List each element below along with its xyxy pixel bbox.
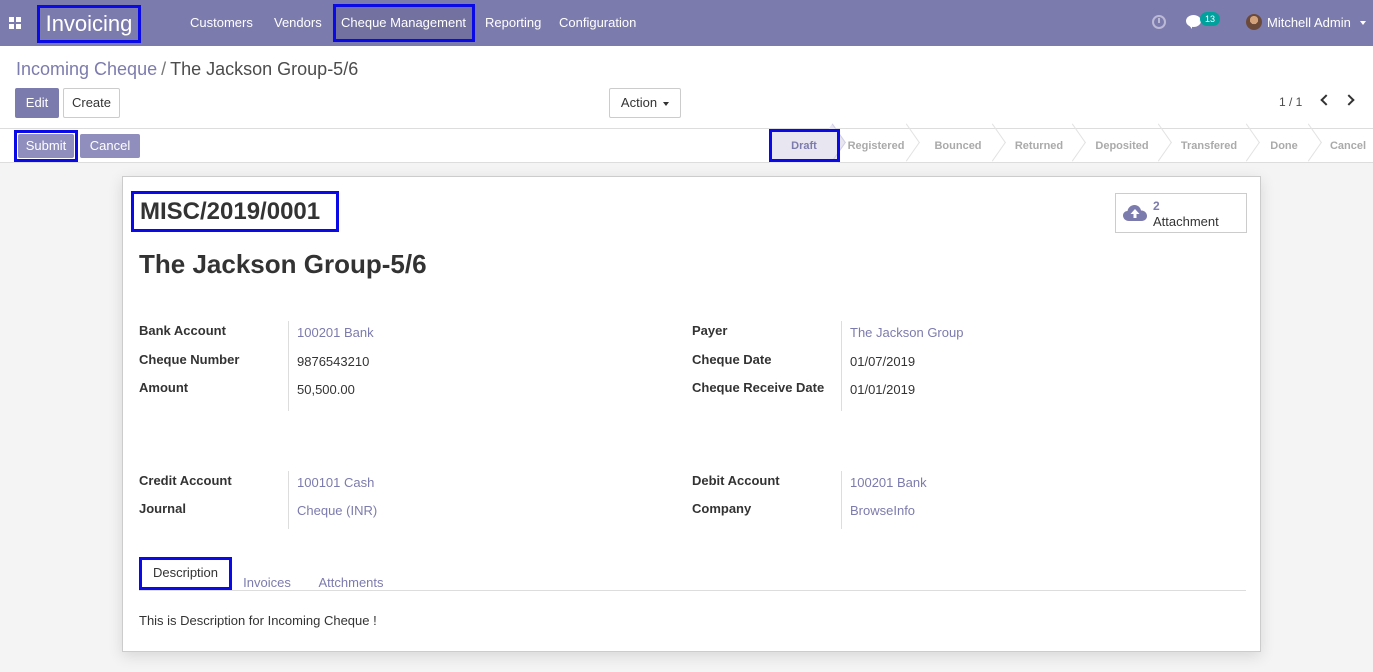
field-divider <box>288 321 289 411</box>
journal-value[interactable]: Cheque (INR) <box>297 503 377 518</box>
attachment-label: Attachment <box>1153 214 1219 229</box>
tab-description[interactable]: Description <box>139 557 232 590</box>
draft-highlight-box <box>769 129 840 162</box>
cheque-number-value: 9876543210 <box>297 354 370 369</box>
avatar[interactable] <box>1246 14 1262 30</box>
app-name[interactable]: Invoicing <box>37 5 141 43</box>
control-panel: Incoming Cheque / The Jackson Group-5/6 Ed… <box>0 46 1373 129</box>
debit-account-label: Debit Account <box>692 473 780 488</box>
stage-registered[interactable]: Registered <box>840 129 912 163</box>
company-label: Company <box>692 501 752 516</box>
action-label: Action <box>620 95 658 110</box>
attachment-count: 2 <box>1153 199 1160 213</box>
message-count-badge: 13 <box>1200 12 1221 26</box>
menu-configuration[interactable]: Configuration <box>559 0 636 46</box>
menu-customers[interactable]: Customers <box>190 0 253 46</box>
credit-account-value[interactable]: 100101 Cash <box>297 475 374 490</box>
activity-clock-icon[interactable] <box>1152 15 1166 29</box>
amount-value: 50,500.00 <box>297 382 355 397</box>
record-title: The Jackson Group-5/6 <box>139 249 427 279</box>
record-reference: MISC/2019/0001 <box>131 191 339 232</box>
cheque-number-label: Cheque Number <box>139 352 240 367</box>
pager-value[interactable]: 1 / 1 <box>1279 95 1302 109</box>
stage-bounced[interactable]: Bounced <box>918 129 998 163</box>
journal-label: Journal <box>139 501 186 516</box>
messages-icon[interactable] <box>1186 15 1201 29</box>
cheque-receive-date-label: Cheque Receive Date <box>692 380 825 395</box>
edit-button[interactable]: Edit <box>15 88 59 118</box>
breadcrumb-parent[interactable]: Incoming Cheque <box>16 59 157 79</box>
payer-value[interactable]: The Jackson Group <box>850 325 963 340</box>
tab-attchments[interactable]: Attchments <box>311 568 391 598</box>
submit-button[interactable]: Submit <box>18 134 74 158</box>
field-divider <box>841 321 842 411</box>
cheque-date-label: Cheque Date <box>692 352 772 367</box>
menu-cheque-management[interactable]: Cheque Management <box>341 0 466 46</box>
stage-done[interactable]: Done <box>1254 129 1314 163</box>
stage-returned[interactable]: Returned <box>1000 129 1078 163</box>
bank-account-label: Bank Account <box>139 323 226 338</box>
breadcrumb-current: The Jackson Group-5/6 <box>170 59 359 79</box>
debit-account-value[interactable]: 100201 Bank <box>850 475 927 490</box>
user-menu[interactable]: Mitchell Admin <box>1267 0 1351 46</box>
chevron-left-icon[interactable] <box>1320 94 1332 106</box>
cancel-button[interactable]: Cancel <box>80 134 140 158</box>
caret-down-icon[interactable] <box>1360 21 1366 25</box>
description-text: This is Description for Incoming Cheque … <box>139 613 377 628</box>
chevron-right-icon[interactable] <box>1343 94 1355 106</box>
company-value[interactable]: BrowseInfo <box>850 503 915 518</box>
field-divider <box>288 471 289 529</box>
menu-vendors[interactable]: Vendors <box>274 0 322 46</box>
apps-grid-icon[interactable] <box>9 17 21 29</box>
cheque-date-value: 01/07/2019 <box>850 354 916 369</box>
stage-transfered[interactable]: Transfered <box>1166 129 1252 163</box>
field-divider <box>841 471 842 529</box>
stage-cancel[interactable]: Cancel <box>1318 129 1373 163</box>
action-dropdown[interactable]: Action <box>609 88 681 118</box>
amount-label: Amount <box>139 380 189 395</box>
credit-account-label: Credit Account <box>139 473 232 488</box>
tab-divider <box>139 590 1246 591</box>
cheque-receive-date-value: 01/01/2019 <box>850 382 916 397</box>
status-bar: Submit Cancel Draft Registered Bounced R… <box>0 129 1373 163</box>
caret-down-icon <box>663 101 670 106</box>
breadcrumb-separator: / <box>161 59 167 79</box>
breadcrumb: Incoming Cheque / The Jackson Group-5/6 <box>16 59 358 80</box>
attachment-button[interactable]: 2 Attachment <box>1115 193 1247 233</box>
menu-reporting[interactable]: Reporting <box>485 0 541 46</box>
cloud-upload-icon <box>1123 205 1147 221</box>
payer-label: Payer <box>692 323 728 338</box>
bank-account-value[interactable]: 100201 Bank <box>297 325 374 340</box>
top-navbar: Invoicing Customers Vendors Cheque Manag… <box>0 0 1373 46</box>
form-sheet: 2 Attachment MISC/2019/0001 The Jackson … <box>122 176 1261 652</box>
stage-deposited[interactable]: Deposited <box>1080 129 1164 163</box>
tab-invoices[interactable]: Invoices <box>239 568 295 598</box>
create-button[interactable]: Create <box>63 88 120 118</box>
